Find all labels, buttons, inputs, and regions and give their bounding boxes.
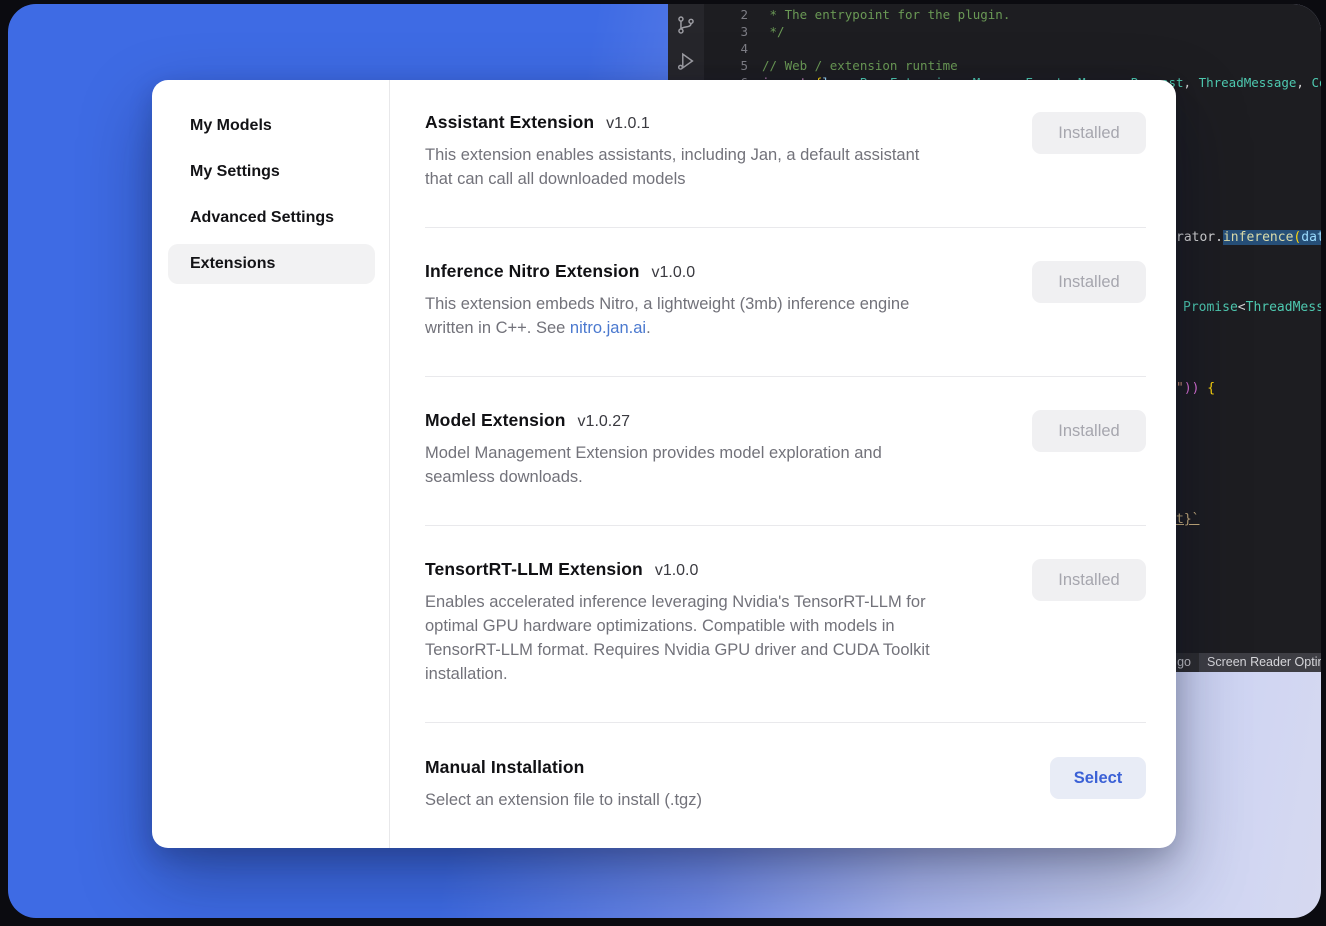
extension-description: This extension embeds Nitro, a lightweig… — [425, 292, 1025, 340]
line-number: 5 — [704, 57, 748, 74]
select-button[interactable]: Select — [1050, 757, 1146, 799]
line-number: 3 — [704, 23, 748, 40]
extension-row-manual-installation: Manual Installation Select an extension … — [425, 723, 1146, 842]
run-debug-icon[interactable] — [675, 50, 697, 72]
extension-description: This extension enables assistants, inclu… — [425, 143, 1025, 191]
extension-name: Inference Nitro Extension — [425, 261, 640, 282]
nitro-jan-ai-link[interactable]: nitro.jan.ai — [570, 319, 646, 337]
extension-row: Inference Nitro Extension v1.0.0 This ex… — [425, 228, 1146, 377]
settings-sidebar: My Models My Settings Advanced Settings … — [152, 80, 390, 848]
sidebar-item-my-settings[interactable]: My Settings — [168, 152, 375, 192]
extension-name: Manual Installation — [425, 757, 584, 778]
source-control-icon[interactable] — [675, 14, 697, 36]
code-line: 4 — [704, 40, 1321, 57]
installed-button[interactable]: Installed — [1032, 559, 1146, 601]
app-frame: 2 * The entrypoint for the plugin. 3 */ … — [8, 4, 1321, 918]
installed-button[interactable]: Installed — [1032, 112, 1146, 154]
code-line: 2 * The entrypoint for the plugin. — [704, 6, 1321, 23]
sidebar-item-advanced-settings[interactable]: Advanced Settings — [168, 198, 375, 238]
extension-row: TensortRT-LLM Extension v1.0.0 Enables a… — [425, 526, 1146, 723]
extension-version: v1.0.0 — [655, 562, 699, 580]
extension-description: Model Management Extension provides mode… — [425, 441, 1025, 489]
extension-version: v1.0.1 — [606, 115, 650, 133]
extension-description: Select an extension file to install (.tg… — [425, 788, 1025, 812]
extension-row: Assistant Extension v1.0.1 This extensio… — [425, 80, 1146, 228]
code-fragment-brace: ")) { — [1176, 381, 1215, 397]
extensions-list: Assistant Extension v1.0.1 This extensio… — [390, 80, 1176, 848]
status-item-screen-reader[interactable]: Screen Reader Optimize — [1199, 653, 1321, 672]
extension-name: Assistant Extension — [425, 112, 594, 133]
code-line: 5 // Web / extension runtime — [704, 57, 1321, 74]
installed-button[interactable]: Installed — [1032, 261, 1146, 303]
installed-button[interactable]: Installed — [1032, 410, 1146, 452]
extension-name: TensortRT-LLM Extension — [425, 559, 643, 580]
sidebar-item-extensions[interactable]: Extensions — [168, 244, 375, 284]
code-fragment-promise: Promise<ThreadMessage> — [1183, 300, 1321, 316]
code-line: 3 */ — [704, 23, 1321, 40]
line-number: 2 — [704, 6, 748, 23]
extension-description: Enables accelerated inference leveraging… — [425, 590, 1025, 686]
code-fragment-template: t}` — [1176, 512, 1199, 528]
extension-name: Model Extension — [425, 410, 566, 431]
code-fragment-inference: rator.inference(data)); — [1176, 230, 1321, 246]
settings-card: My Models My Settings Advanced Settings … — [152, 80, 1176, 848]
line-number: 4 — [704, 40, 748, 57]
extension-version: v1.0.27 — [578, 413, 630, 431]
extension-row: Model Extension v1.0.27 Model Management… — [425, 377, 1146, 526]
sidebar-item-my-models[interactable]: My Models — [168, 106, 375, 146]
status-item-go[interactable]: go — [1177, 655, 1191, 669]
extension-version: v1.0.0 — [652, 264, 696, 282]
